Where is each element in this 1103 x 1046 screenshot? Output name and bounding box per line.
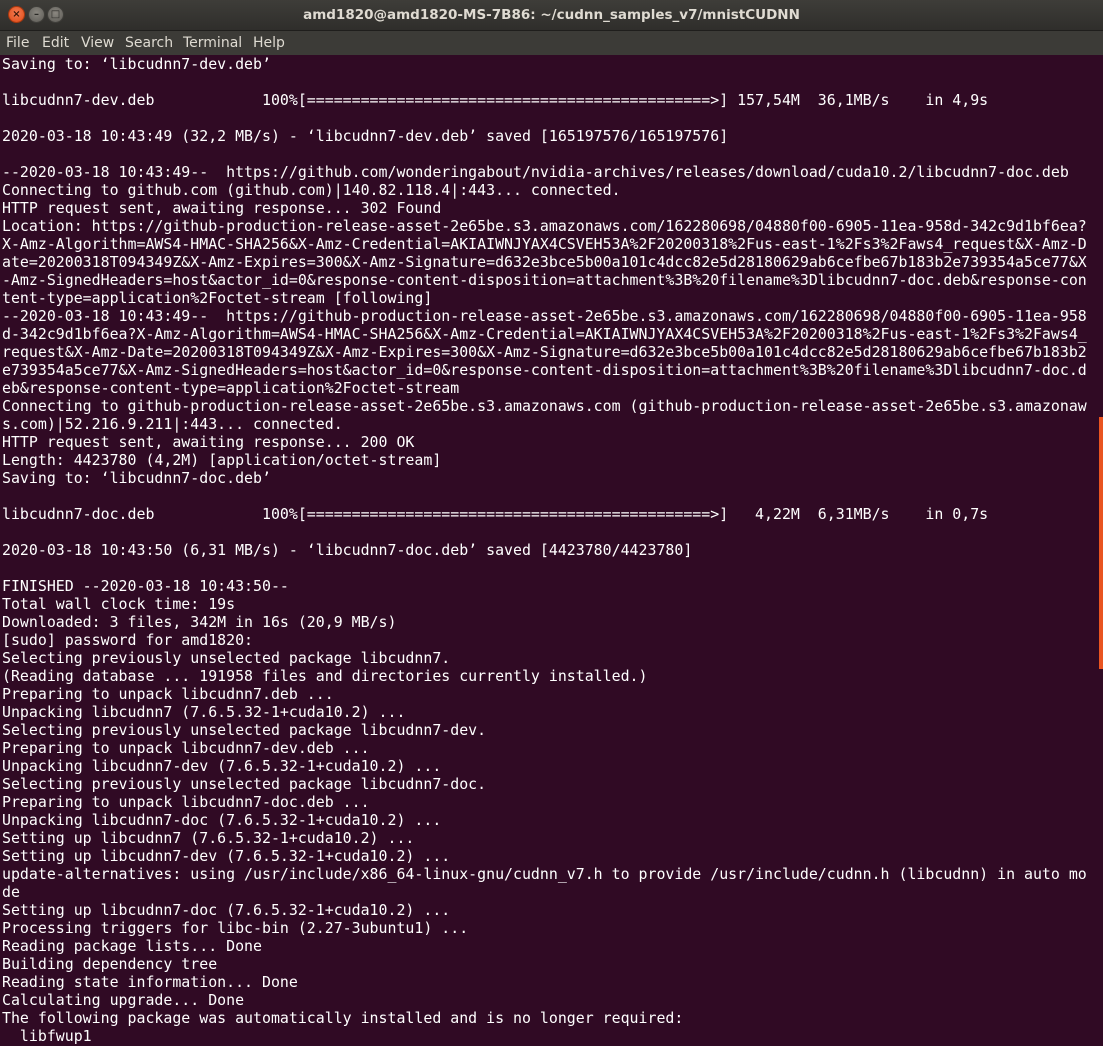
terminal-line: HTTP request sent, awaiting response... … — [2, 433, 415, 451]
terminal-line: tent-type=application%2Foctet-stream [fo… — [2, 289, 433, 307]
terminal-line: 2020-03-18 10:43:49 (32,2 MB/s) - ‘libcu… — [2, 127, 729, 145]
terminal-line: Unpacking libcudnn7-dev (7.6.5.32-1+cuda… — [2, 757, 442, 775]
terminal-line: s.com)|52.216.9.211|:443... connected. — [2, 415, 343, 433]
terminal-line: Selecting previously unselected package … — [2, 649, 451, 667]
terminal-line: Processing triggers for libc-bin (2.27-3… — [2, 919, 469, 937]
terminal-line: --2020-03-18 10:43:49-- https://github.c… — [2, 163, 1069, 181]
terminal-line: ate=20200318T094349Z&X-Amz-Expires=300&X… — [2, 253, 1087, 271]
terminal-line: X-Amz-Algorithm=AWS4-HMAC-SHA256&X-Amz-C… — [2, 235, 1087, 253]
terminal-line: Preparing to unpack libcudnn7-dev.deb ..… — [2, 739, 370, 757]
terminal-line: Length: 4423780 (4,2M) [application/octe… — [2, 451, 442, 469]
scrollbar-thumb[interactable] — [1099, 417, 1103, 669]
terminal-line: Unpacking libcudnn7 (7.6.5.32-1+cuda10.2… — [2, 703, 406, 721]
window-title: amd1820@amd1820-MS-7B86: ~/cudnn_samples… — [303, 7, 800, 23]
terminal-line: Preparing to unpack libcudnn7-doc.deb ..… — [2, 793, 370, 811]
terminal-line: --2020-03-18 10:43:49-- https://github-p… — [2, 307, 1087, 325]
terminal-line: Saving to: ‘libcudnn7-dev.deb’ — [2, 55, 271, 73]
terminal-line: Reading package lists... Done — [2, 937, 262, 955]
terminal-line: Preparing to unpack libcudnn7.deb ... — [2, 685, 334, 703]
terminal-line: Connecting to github-production-release-… — [2, 397, 1087, 415]
terminal-line: libcudnn7-dev.deb 100%[=================… — [2, 91, 989, 109]
terminal-line: d-342c9d1bf6ea?X-Amz-Algorithm=AWS4-HMAC… — [2, 325, 1087, 343]
terminal-line: Downloaded: 3 files, 342M in 16s (20,9 M… — [2, 613, 397, 631]
terminal-output[interactable]: Saving to: ‘libcudnn7-dev.deb’ libcudnn7-… — [0, 55, 1096, 1046]
terminal-line: FINISHED --2020-03-18 10:43:50-- — [2, 577, 289, 595]
menu-terminal[interactable]: Terminal — [183, 31, 242, 55]
terminal-line: de — [2, 883, 20, 901]
menu-view[interactable]: View — [81, 31, 114, 55]
terminal-line: (Reading database ... 191958 files and d… — [2, 667, 648, 685]
terminal-line: Setting up libcudnn7-doc (7.6.5.32-1+cud… — [2, 901, 451, 919]
terminal-line: Location: https://github-production-rele… — [2, 217, 1087, 235]
terminal-line: Reading state information... Done — [2, 973, 298, 991]
terminal-line: request&X-Amz-Date=20200318T094349Z&X-Am… — [2, 343, 1087, 361]
terminal-text: Saving to: ‘libcudnn7-dev.deb’ libcudnn7-… — [0, 55, 1096, 1045]
terminal-window: × – □ amd1820@amd1820-MS-7B86: ~/cudnn_s… — [0, 0, 1103, 1046]
terminal-line: HTTP request sent, awaiting response... … — [2, 199, 442, 217]
menu-help[interactable]: Help — [253, 31, 285, 55]
terminal-line: Setting up libcudnn7-dev (7.6.5.32-1+cud… — [2, 847, 451, 865]
terminal-line: [sudo] password for amd1820: — [2, 631, 254, 649]
terminal-line: Connecting to github.com (github.com)|14… — [2, 181, 621, 199]
menu-search[interactable]: Search — [125, 31, 173, 55]
terminal-line: libfwup1 — [2, 1027, 92, 1045]
terminal-line: Calculating upgrade... Done — [2, 991, 245, 1009]
title-bar[interactable]: × – □ amd1820@amd1820-MS-7B86: ~/cudnn_s… — [0, 0, 1103, 31]
terminal-line: The following package was automatically … — [2, 1009, 684, 1027]
terminal-line: e739354a5ce77&X-Amz-SignedHeaders=host&a… — [2, 361, 1087, 379]
terminal-line: Selecting previously unselected package … — [2, 721, 487, 739]
terminal-line: -Amz-SignedHeaders=host&actor_id=0&respo… — [2, 271, 1087, 289]
terminal-line: Building dependency tree — [2, 955, 218, 973]
terminal-line: Saving to: ‘libcudnn7-doc.deb’ — [2, 469, 271, 487]
terminal-line: Selecting previously unselected package … — [2, 775, 487, 793]
terminal-line: Total wall clock time: 19s — [2, 595, 236, 613]
terminal-line: eb&response-content-type=application%2Fo… — [2, 379, 460, 397]
terminal-line: 2020-03-18 10:43:50 (6,31 MB/s) - ‘libcu… — [2, 541, 693, 559]
terminal-line: Setting up libcudnn7 (7.6.5.32-1+cuda10.… — [2, 829, 415, 847]
menu-bar: File Edit View Search Terminal Help — [0, 31, 1103, 55]
terminal-line: libcudnn7-doc.deb 100%[=================… — [2, 505, 989, 523]
terminal-line: update-alternatives: using /usr/include/… — [2, 865, 1087, 883]
terminal-line: Unpacking libcudnn7-doc (7.6.5.32-1+cuda… — [2, 811, 442, 829]
menu-file[interactable]: File — [6, 31, 29, 55]
menu-edit[interactable]: Edit — [42, 31, 69, 55]
